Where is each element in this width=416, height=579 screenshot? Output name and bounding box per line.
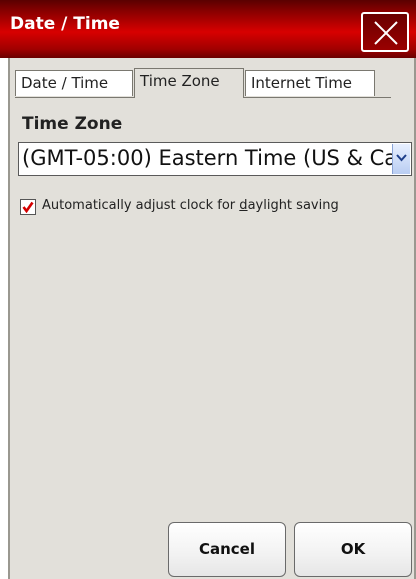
dialog-body: Date / Time Time Zone Internet Time Time… bbox=[8, 58, 416, 579]
daylight-saving-checkbox[interactable] bbox=[20, 199, 36, 215]
tab-date-time[interactable]: Date / Time bbox=[15, 70, 133, 96]
tab-time-zone[interactable]: Time Zone bbox=[134, 68, 244, 98]
date-time-window: Date / Time Date / Time Time Zone Intern… bbox=[0, 0, 416, 579]
ok-button[interactable]: OK bbox=[294, 522, 412, 577]
window-title: Date / Time bbox=[10, 14, 120, 34]
time-zone-select[interactable]: (GMT-05:00) Eastern Time (US & Canada) bbox=[18, 142, 412, 176]
check-mark-icon bbox=[22, 201, 34, 213]
daylight-label-after: aylight saving bbox=[247, 198, 339, 213]
daylight-saving-label: Automatically adjust clock for daylight … bbox=[42, 198, 339, 213]
daylight-label-accelerator: d bbox=[239, 198, 248, 213]
cancel-button[interactable]: Cancel bbox=[168, 522, 286, 577]
time-zone-dropdown-button[interactable] bbox=[392, 144, 410, 174]
frame-left bbox=[8, 58, 10, 579]
close-icon bbox=[374, 21, 398, 45]
time-zone-label: Time Zone bbox=[22, 114, 123, 134]
chevron-down-icon bbox=[396, 154, 407, 162]
daylight-label-before: Automatically adjust clock for bbox=[42, 198, 240, 213]
close-button[interactable] bbox=[361, 12, 409, 52]
time-zone-selected-value: (GMT-05:00) Eastern Time (US & Canada) bbox=[22, 146, 411, 170]
tab-internet-time[interactable]: Internet Time bbox=[245, 70, 375, 96]
title-bar: Date / Time bbox=[0, 0, 416, 58]
